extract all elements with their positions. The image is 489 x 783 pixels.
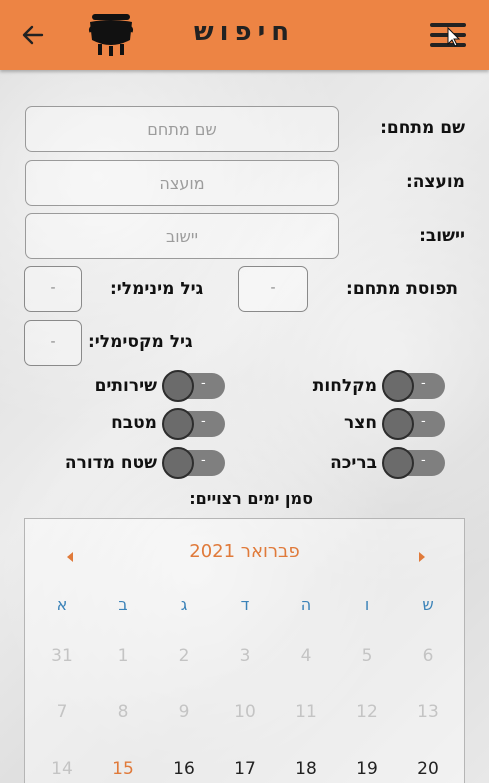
calendar-day[interactable]: 8 xyxy=(103,702,143,722)
complex-name-label: שם מתחם: xyxy=(380,118,465,138)
weekday-label: ג xyxy=(180,595,188,614)
toggle-state: - xyxy=(201,376,206,391)
kitchen-toggle[interactable]: - xyxy=(162,408,225,440)
council-label: מועצה: xyxy=(405,172,465,192)
calendar-day[interactable]: 5 xyxy=(347,646,387,666)
toggle-state: - xyxy=(421,414,426,429)
calendar-day[interactable]: 31 xyxy=(42,646,82,666)
calendar-prompt: סמן ימים רצויים: xyxy=(189,489,313,508)
yard-toggle[interactable]: - xyxy=(382,408,445,440)
showers-toggle[interactable]: - xyxy=(382,370,445,402)
weekday-label: ה xyxy=(300,595,312,614)
council-input[interactable] xyxy=(25,160,339,206)
calendar-day[interactable]: 4 xyxy=(286,646,326,666)
toggle-state: - xyxy=(201,453,206,468)
weekday-label: ש xyxy=(422,595,434,614)
calendar-day-today[interactable]: 15 xyxy=(103,759,143,779)
menu-button[interactable] xyxy=(428,20,468,50)
toggle-state: - xyxy=(421,453,426,468)
hamburger-menu-icon xyxy=(430,23,466,47)
pool-toggle[interactable]: - xyxy=(382,447,445,479)
toggle-state: - xyxy=(201,414,206,429)
max-age-label: גיל מקסימלי: xyxy=(88,332,193,352)
calendar-day[interactable]: 19 xyxy=(347,759,387,779)
calendar-day[interactable]: 7 xyxy=(42,702,82,722)
calendar-day[interactable]: 17 xyxy=(225,759,265,779)
showers-label: מקלחות xyxy=(312,376,377,396)
toggle-knob xyxy=(162,370,194,402)
next-month-button[interactable] xyxy=(411,547,431,567)
app-header: חיפוש xyxy=(0,0,489,70)
settlement-input[interactable] xyxy=(25,213,339,259)
calendar-day[interactable]: 18 xyxy=(286,759,326,779)
page-title: חיפוש xyxy=(193,17,296,47)
calendar-day[interactable]: 2 xyxy=(164,646,204,666)
min-age-label: גיל מינימלי: xyxy=(110,279,204,299)
campfire-label: שטח מדורה xyxy=(64,453,157,473)
weekday-label: ד xyxy=(240,595,250,614)
capacity-label: תפוסת מתחם: xyxy=(346,279,458,299)
calendar-day[interactable]: 3 xyxy=(225,646,265,666)
toilets-toggle[interactable]: - xyxy=(162,370,225,402)
calendar-day[interactable]: 13 xyxy=(408,702,448,722)
calendar-day[interactable]: 14 xyxy=(42,759,82,779)
toilets-label: שירותים xyxy=(94,376,157,396)
calendar-day[interactable]: 20 xyxy=(408,759,448,779)
campfire-toggle[interactable]: - xyxy=(162,447,225,479)
calendar-day[interactable]: 10 xyxy=(225,702,265,722)
calendar-day[interactable]: 1 xyxy=(103,646,143,666)
calendar-month-label: פברואר 2021 xyxy=(189,541,300,562)
calendar-day[interactable]: 16 xyxy=(164,759,204,779)
toggle-knob xyxy=(162,447,194,479)
triangle-right-icon xyxy=(419,552,425,562)
toggle-state: - xyxy=(421,376,426,391)
capacity-field[interactable]: - xyxy=(238,266,308,312)
complex-name-input[interactable] xyxy=(25,106,339,152)
toggle-knob xyxy=(382,447,414,479)
toggle-knob xyxy=(382,408,414,440)
toggle-knob xyxy=(382,370,414,402)
calendar-day[interactable]: 12 xyxy=(347,702,387,722)
date-picker: פברואר 2021 ש ו ה ד ג ב א 6 5 4 3 2 1 31… xyxy=(24,518,465,783)
calendar-day[interactable]: 6 xyxy=(408,646,448,666)
pool-label: בריכה xyxy=(330,453,377,473)
weekday-label: א xyxy=(56,595,68,614)
weekday-label: ב xyxy=(118,595,128,614)
max-age-field[interactable]: - xyxy=(24,320,82,366)
calendar-day[interactable]: 11 xyxy=(286,702,326,722)
min-age-field[interactable]: - xyxy=(24,266,82,312)
calendar-day[interactable]: 9 xyxy=(164,702,204,722)
kitchen-label: מטבח xyxy=(111,413,157,433)
settlement-label: יישוב: xyxy=(419,226,465,246)
toggle-knob xyxy=(162,408,194,440)
yard-label: חצר xyxy=(343,413,377,433)
weekday-label: ו xyxy=(364,595,370,614)
